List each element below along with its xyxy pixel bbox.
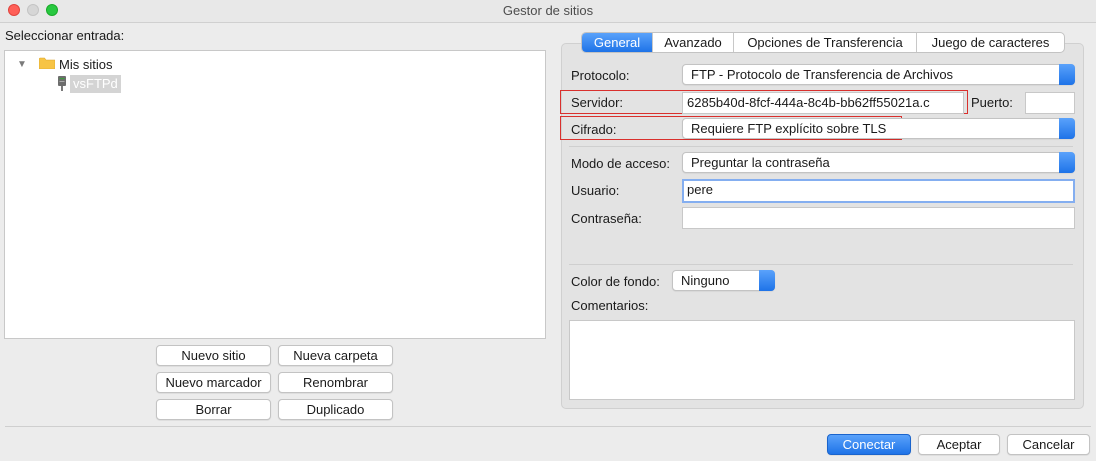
user-input[interactable]: pere bbox=[682, 179, 1075, 203]
tab-transfer-options[interactable]: Opciones de Transferencia bbox=[734, 33, 917, 52]
select-entry-label: Seleccionar entrada: bbox=[5, 28, 125, 43]
new-site-button[interactable]: Nuevo sitio bbox=[156, 345, 271, 366]
comments-label: Comentarios: bbox=[571, 298, 649, 313]
duplicate-button[interactable]: Duplicado bbox=[278, 399, 393, 420]
port-input[interactable] bbox=[1025, 92, 1075, 114]
divider bbox=[569, 264, 1073, 265]
encryption-label: Cifrado: bbox=[571, 122, 617, 137]
access-mode-label: Modo de acceso: bbox=[571, 156, 671, 171]
disclosure-triangle-icon[interactable]: ▼ bbox=[17, 59, 27, 70]
server-label: Servidor: bbox=[571, 95, 624, 110]
background-color-select[interactable]: Ninguno bbox=[672, 270, 775, 291]
encryption-value: Requiere FTP explícito sobre TLS bbox=[691, 121, 887, 136]
user-label: Usuario: bbox=[571, 183, 620, 198]
connect-button[interactable]: Conectar bbox=[827, 434, 911, 455]
rename-button[interactable]: Renombrar bbox=[278, 372, 393, 393]
footer-divider bbox=[5, 426, 1091, 427]
tab-bar: General Avanzado Opciones de Transferenc… bbox=[581, 32, 1065, 53]
select-arrows-icon bbox=[1059, 152, 1075, 173]
new-folder-button[interactable]: Nueva carpeta bbox=[278, 345, 393, 366]
protocol-label: Protocolo: bbox=[571, 68, 630, 83]
protocol-value: FTP - Protocolo de Transferencia de Arch… bbox=[691, 67, 954, 82]
accept-button[interactable]: Aceptar bbox=[918, 434, 1000, 455]
tree-folder-label[interactable]: Mis sitios bbox=[59, 57, 112, 72]
tab-general[interactable]: General bbox=[582, 33, 653, 52]
folder-icon bbox=[38, 57, 56, 70]
tab-advanced[interactable]: Avanzado bbox=[653, 33, 734, 52]
comments-textarea[interactable] bbox=[569, 320, 1075, 400]
tree-site-item[interactable]: vsFTPd bbox=[70, 75, 121, 93]
select-arrows-icon bbox=[1059, 118, 1075, 139]
delete-button[interactable]: Borrar bbox=[156, 399, 271, 420]
select-arrows-icon bbox=[1059, 64, 1075, 85]
title-bar: Gestor de sitios bbox=[0, 0, 1096, 23]
server-icon bbox=[57, 76, 67, 91]
divider bbox=[569, 146, 1073, 147]
background-color-label: Color de fondo: bbox=[571, 274, 660, 289]
access-mode-value: Preguntar la contraseña bbox=[691, 155, 830, 170]
password-input[interactable] bbox=[682, 207, 1075, 229]
background-color-value: Ninguno bbox=[681, 273, 730, 288]
password-label: Contraseña: bbox=[571, 211, 642, 226]
select-arrows-icon bbox=[759, 270, 775, 291]
protocol-select[interactable]: FTP - Protocolo de Transferencia de Arch… bbox=[682, 64, 1075, 85]
window-title: Gestor de sitios bbox=[502, 3, 594, 18]
server-input[interactable]: 6285b40d-8fcf-444a-8c4b-bb62ff55021a.c bbox=[682, 92, 964, 114]
cancel-button[interactable]: Cancelar bbox=[1007, 434, 1090, 455]
encryption-select[interactable]: Requiere FTP explícito sobre TLS bbox=[682, 118, 1075, 139]
site-tree[interactable]: ▼ Mis sitios vsFTPd bbox=[4, 50, 546, 339]
new-bookmark-button[interactable]: Nuevo marcador bbox=[156, 372, 271, 393]
tab-charset[interactable]: Juego de caracteres bbox=[917, 33, 1064, 52]
access-mode-select[interactable]: Preguntar la contraseña bbox=[682, 152, 1075, 173]
port-label: Puerto: bbox=[971, 95, 1013, 110]
